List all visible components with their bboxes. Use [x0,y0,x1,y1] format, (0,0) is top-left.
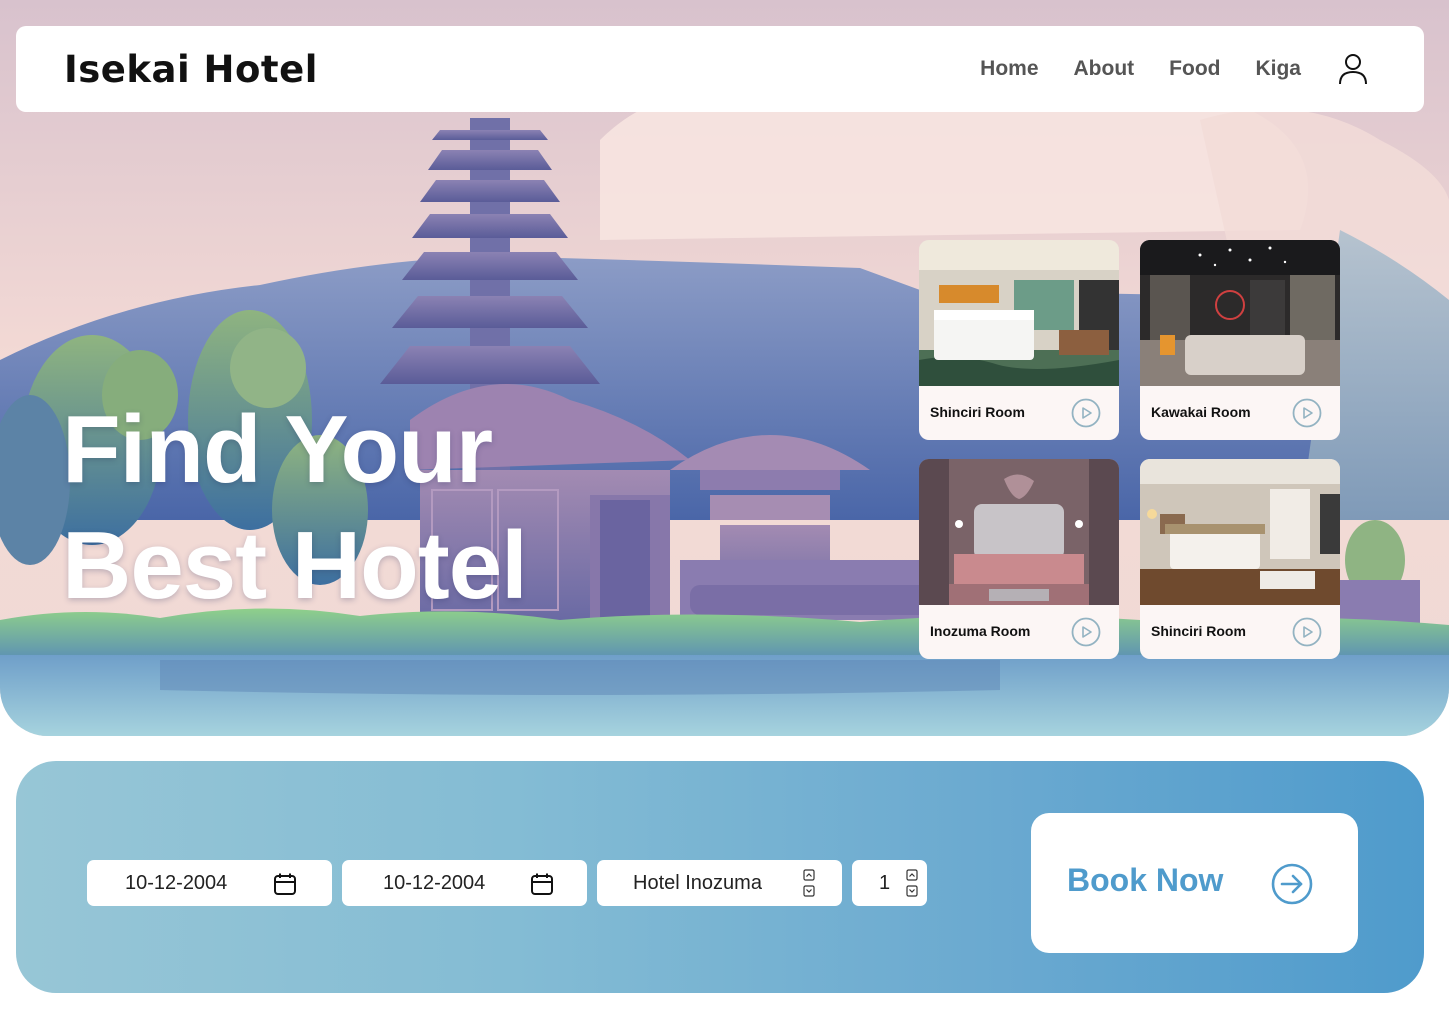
room-card[interactable]: Shinciri Room [919,240,1119,440]
nav-link-home[interactable]: Home [980,57,1038,81]
nav-link-food[interactable]: Food [1169,57,1220,81]
check-in-date-field[interactable]: 10-12-2004 [87,860,332,906]
stepper-icon[interactable] [906,869,918,898]
check-out-date-value: 10-12-2004 [383,871,486,894]
room-cards-grid: Shinciri Room Kawakai Room Inozuma Room … [919,240,1340,659]
room-card[interactable]: Shinciri Room [1140,459,1340,659]
room-card[interactable]: Kawakai Room [1140,240,1340,440]
room-name: Shinciri Room [930,404,1025,420]
room-photo [919,459,1119,605]
play-icon[interactable] [1071,617,1101,647]
hero-headline: Find Your Best Hotel [62,392,528,624]
book-now-label: Book Now [1067,862,1224,898]
arrow-right-icon [1271,863,1313,905]
play-icon[interactable] [1071,398,1101,428]
stepper-icon[interactable] [803,869,815,898]
check-in-date-value: 10-12-2004 [125,871,228,894]
play-icon[interactable] [1292,398,1322,428]
room-name: Inozuma Room [930,623,1031,639]
brand-logo[interactable]: Isekai Hotel [64,48,318,91]
main-nav: Home About Food Kiga [980,53,1368,85]
hotel-select-value: Hotel Inozuma [633,871,762,894]
guests-stepper[interactable]: 1 [852,860,927,906]
guests-value: 1 [879,871,891,894]
user-icon[interactable] [1338,53,1368,85]
hero-banner: Isekai Hotel Home About Food Kiga Find Y… [0,0,1449,736]
book-now-button[interactable]: Book Now [1031,813,1358,953]
nav-link-kiga[interactable]: Kiga [1255,57,1301,81]
booking-panel: 10-12-2004 10-12-2004 Hotel Inozuma 1 Bo… [16,761,1424,993]
play-icon[interactable] [1292,617,1322,647]
room-card[interactable]: Inozuma Room [919,459,1119,659]
top-navbar: Isekai Hotel Home About Food Kiga [16,26,1424,112]
room-photo [1140,240,1340,386]
room-photo [1140,459,1340,605]
hero-headline-line1: Find Your [62,396,493,503]
check-out-date-field[interactable]: 10-12-2004 [342,860,587,906]
hotel-select[interactable]: Hotel Inozuma [597,860,842,906]
hero-headline-line2: Best Hotel [62,512,528,619]
calendar-icon[interactable] [273,872,297,896]
room-photo [919,240,1119,386]
room-name: Kawakai Room [1151,404,1251,420]
nav-link-about[interactable]: About [1074,57,1135,81]
calendar-icon[interactable] [530,872,554,896]
room-name: Shinciri Room [1151,623,1246,639]
